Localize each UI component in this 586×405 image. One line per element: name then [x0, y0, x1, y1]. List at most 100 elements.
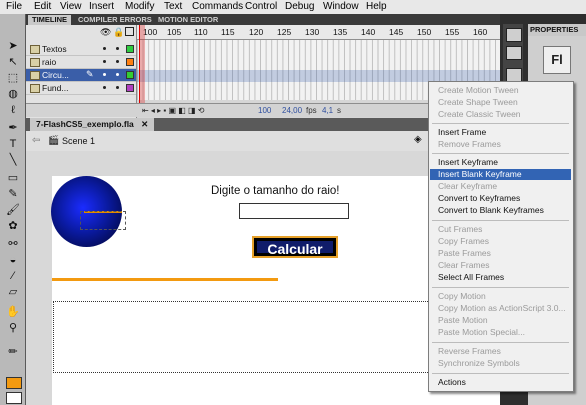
layer-name: raio — [42, 57, 57, 67]
menu-item-copy-motion-as-actionscript[interactable]: Copy Motion as ActionScript 3.0... — [438, 303, 566, 314]
menu-item-clear-frames[interactable]: Clear Frames — [438, 260, 489, 271]
layer-color-swatch[interactable] — [126, 45, 134, 53]
menu-modify[interactable]: Modify — [125, 1, 154, 12]
menu-item-convert-to-blank-keyframes[interactable]: Convert to Blank Keyframes — [438, 205, 544, 216]
ruler-tick: 110 — [194, 27, 208, 37]
calcular-label: Calcular — [267, 241, 323, 257]
menu-debug[interactable]: Debug — [285, 1, 314, 12]
edit-scene-icon[interactable]: ◈ — [414, 134, 422, 145]
bone-tool-icon[interactable]: ⚯ — [6, 238, 20, 251]
rectangle-tool-icon[interactable]: ▭ — [6, 172, 20, 185]
line-tool-icon[interactable]: ╲ — [6, 154, 20, 167]
menu-item-paste-frames[interactable]: Paste Frames — [438, 248, 491, 259]
close-icon[interactable]: ✕ — [141, 119, 148, 129]
menu-item-clear-keyframe[interactable]: Clear Keyframe — [438, 181, 497, 192]
menu-item-reverse-frames[interactable]: Reverse Frames — [438, 346, 501, 357]
menu-item-create-classic-tween[interactable]: Create Classic Tween — [438, 109, 521, 120]
ruler-tick: 100 — [143, 27, 158, 37]
menu-commands[interactable]: Commands — [192, 1, 243, 12]
layer-row[interactable]: Textos — [26, 43, 136, 56]
menu-item-create-motion-tween[interactable]: Create Motion Tween — [438, 85, 519, 96]
text-tool-icon[interactable]: T — [6, 138, 20, 151]
menu-item-synchronize-symbols[interactable]: Synchronize Symbols — [438, 358, 520, 369]
menu-item-select-all-frames[interactable]: Select All Frames — [438, 272, 504, 283]
menu-item-paste-motion[interactable]: Paste Motion — [438, 315, 488, 326]
layer-folder-icon — [30, 45, 40, 54]
time-value[interactable]: 4,1 — [322, 106, 333, 115]
layer-row[interactable]: Fund... — [26, 82, 136, 95]
menu-item-actions[interactable]: Actions — [438, 377, 466, 388]
eye-icon[interactable]: 👁 — [100, 27, 111, 38]
menu-item-remove-frames[interactable]: Remove Frames — [438, 139, 501, 150]
color-panel-icon[interactable] — [506, 28, 522, 42]
menu-item-create-shape-tween[interactable]: Create Shape Tween — [438, 97, 518, 108]
brush-tool-icon[interactable]: 🖌 — [6, 204, 20, 217]
lasso-icon[interactable]: ℓ — [6, 104, 20, 117]
menu-item-copy-motion[interactable]: Copy Motion — [438, 291, 486, 302]
menu-item-paste-motion-special[interactable]: Paste Motion Special... — [438, 327, 525, 338]
tab-motion-editor[interactable]: MOTION EDITOR — [154, 15, 222, 25]
radius-input[interactable] — [239, 203, 349, 219]
deco-tool-icon[interactable]: ✿ — [6, 220, 20, 233]
layer-color-swatch[interactable] — [126, 58, 134, 66]
outline-icon[interactable] — [125, 27, 134, 36]
zoom-tool-icon[interactable]: ⚲ — [6, 322, 20, 335]
layer-color-swatch[interactable] — [126, 84, 134, 92]
free-transform-icon[interactable]: ⬚ — [6, 72, 20, 85]
menu-insert[interactable]: Insert — [89, 1, 114, 12]
menu-control[interactable]: Control — [245, 1, 277, 12]
fill-color-swatch[interactable] — [6, 377, 22, 389]
subselection-tool-icon[interactable]: ↖ — [6, 56, 20, 69]
ruler-tick: 135 — [333, 27, 348, 37]
layer-row[interactable]: raio — [26, 56, 136, 69]
playhead[interactable] — [139, 25, 145, 103]
ruler-tick: 115 — [221, 27, 235, 37]
menu-item-copy-frames[interactable]: Copy Frames — [438, 236, 489, 247]
menu-item-cut-frames[interactable]: Cut Frames — [438, 224, 482, 235]
lock-icon[interactable]: 🔒 — [113, 27, 124, 38]
selection-tool-icon[interactable]: ➤ — [6, 40, 20, 53]
layer-row-selected[interactable]: Circu... ✎ — [26, 69, 136, 82]
document-tab[interactable]: 7-FlashCS5_exemplo.fla ✕ — [30, 118, 155, 131]
menu-help[interactable]: Help — [366, 1, 387, 12]
layer-color-swatch[interactable] — [126, 71, 134, 79]
eyedropper-icon[interactable]: ⁄ — [6, 270, 20, 283]
document-name: 7-FlashCS5_exemplo.fla — [36, 119, 134, 129]
menu-item-insert-blank-keyframe[interactable]: Insert Blank Keyframe — [430, 169, 571, 180]
tab-properties[interactable]: PROPERTIES — [528, 24, 586, 36]
tab-compiler-errors[interactable]: COMPILER ERRORS — [74, 15, 156, 25]
stroke-color-swatch[interactable] — [6, 392, 22, 404]
stroke-color-icon[interactable]: ✏ — [6, 346, 20, 359]
ruler-tick: 130 — [305, 27, 320, 37]
menu-text[interactable]: Text — [164, 1, 182, 12]
calcular-button[interactable]: Calcular — [252, 236, 338, 258]
fps-value[interactable]: 24,00 — [282, 106, 302, 115]
menu-window[interactable]: Window — [323, 1, 359, 12]
orange-divider[interactable] — [52, 278, 278, 281]
menu-file[interactable]: File — [6, 1, 22, 12]
swatches-panel-icon[interactable] — [506, 46, 522, 60]
ruler-tick: 160 — [473, 27, 488, 37]
menu-item-insert-frame[interactable]: Insert Frame — [438, 127, 486, 138]
footer-icons[interactable]: ⇤ ◂ ▸ ▪ ▣ ◧ ◨ ⟲ — [142, 106, 205, 115]
3d-rotation-icon[interactable]: ◍ — [6, 88, 20, 101]
menu-edit[interactable]: Edit — [34, 1, 51, 12]
menu-item-convert-to-keyframes[interactable]: Convert to Keyframes — [438, 193, 520, 204]
fps-unit: fps — [306, 106, 317, 115]
menu-view[interactable]: View — [60, 1, 82, 12]
hand-tool-icon[interactable]: ✋ — [6, 306, 20, 319]
paint-bucket-icon[interactable]: ◒ — [6, 254, 20, 267]
current-frame[interactable]: 100 — [258, 106, 271, 115]
align-panel-icon[interactable] — [506, 68, 522, 82]
menu-item-insert-keyframe[interactable]: Insert Keyframe — [438, 157, 498, 168]
pencil-icon: ✎ — [86, 69, 94, 79]
timeline-tabs: TIMELINE COMPILER ERRORS MOTION EDITOR — [26, 14, 500, 25]
ruler-tick: 140 — [361, 27, 376, 37]
pen-tool-icon[interactable]: ✒ — [6, 122, 20, 135]
tab-timeline[interactable]: TIMELINE — [28, 15, 71, 25]
eraser-icon[interactable]: ▱ — [6, 286, 20, 299]
back-arrow-icon[interactable]: ⇦ — [32, 135, 40, 146]
pencil-tool-icon[interactable]: ✎ — [6, 188, 20, 201]
frame-ruler[interactable]: 100 105 110 115 120 125 130 135 140 145 … — [137, 25, 500, 40]
scene-label[interactable]: Scene 1 — [62, 136, 95, 146]
